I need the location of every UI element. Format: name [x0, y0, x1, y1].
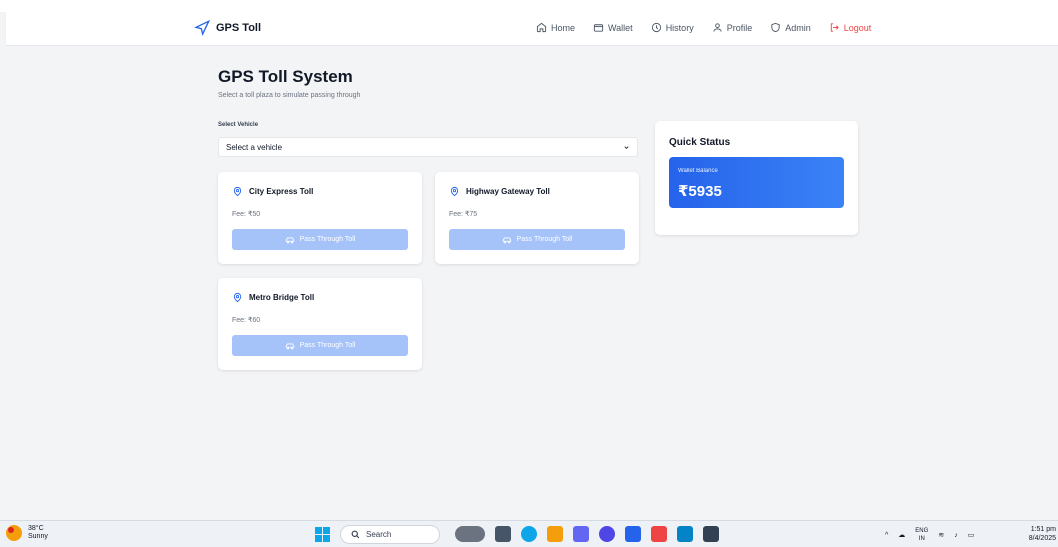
toll-name: Highway Gateway Toll — [449, 186, 550, 197]
toll-fee: Fee: ₹50 — [232, 211, 261, 218]
taskbar-search-label: Search — [366, 530, 392, 539]
widgets-icon[interactable] — [455, 526, 485, 542]
toll-name: Metro Bridge Toll — [232, 292, 314, 303]
terminal-icon[interactable] — [703, 526, 719, 542]
quick-status-title: Quick Status — [669, 137, 731, 148]
toll-name-text: Highway Gateway Toll — [466, 187, 550, 196]
browser-top-strip — [0, 0, 1058, 12]
task-view-icon[interactable] — [495, 526, 511, 542]
toll-card-metro-bridge: Metro Bridge Toll Fee: ₹60 Pass Through … — [218, 278, 422, 370]
page-title: GPS Toll System — [218, 67, 353, 86]
toll-card-city-express: City Express Toll Fee: ₹50 Pass Through … — [218, 172, 422, 264]
store-icon[interactable] — [625, 526, 641, 542]
clock-date: 8/4/2025 — [1028, 535, 1056, 542]
nav-logout-label: Logout — [843, 22, 872, 33]
volume-icon[interactable]: ♪ — [954, 532, 958, 539]
language-bottom: IN — [918, 536, 925, 542]
toll-fee: Fee: ₹75 — [449, 211, 478, 218]
shield-icon — [771, 22, 780, 33]
weather-text: 38°C Sunny — [28, 525, 48, 541]
pass-through-button[interactable]: Pass Through Toll — [449, 229, 625, 250]
brave-browser-icon[interactable] — [651, 526, 667, 542]
quick-status-card: Quick Status Wallet Balance ₹5935 — [655, 121, 858, 235]
system-tray: ^ ☁ ENG IN ≋ ♪ ▭ — [885, 527, 974, 543]
toll-name-text: Metro Bridge Toll — [249, 293, 315, 302]
pass-through-label: Pass Through Toll — [299, 236, 356, 243]
file-explorer-icon[interactable] — [547, 526, 563, 542]
brand-name: GPS Toll — [216, 22, 262, 34]
pass-through-button[interactable]: Pass Through Toll — [232, 229, 408, 250]
map-pin-icon — [450, 186, 459, 197]
history-icon — [651, 22, 661, 33]
toll-name: City Express Toll — [232, 186, 313, 197]
toll-card-highway-gateway: Highway Gateway Toll Fee: ₹75 Pass Throu… — [435, 172, 639, 264]
brand[interactable]: GPS Toll — [194, 20, 261, 36]
car-icon — [285, 343, 294, 349]
navbar: GPS Toll Home Wallet History Profile Adm… — [6, 12, 1058, 46]
vscode-icon[interactable] — [677, 526, 693, 542]
weather-temp: 38°C — [28, 525, 44, 532]
edge-browser-icon[interactable] — [521, 526, 537, 542]
weather-widget[interactable]: 38°C Sunny — [6, 525, 48, 541]
vehicle-label: Select Vehicle — [218, 122, 259, 128]
wifi-icon[interactable]: ≋ — [938, 531, 944, 539]
nav-home-label: Home — [551, 22, 576, 33]
main-content — [6, 46, 1058, 520]
nav-profile[interactable]: Profile — [712, 22, 753, 33]
nav-history-label: History — [665, 22, 694, 33]
logout-icon — [830, 23, 839, 32]
weather-condition: Sunny — [28, 533, 48, 540]
clock[interactable]: 1:51 pm 8/4/2025 — [1022, 525, 1056, 543]
map-pin-icon — [233, 186, 242, 197]
wallet-balance-label: Wallet Balance — [678, 168, 718, 174]
pass-through-label: Pass Through Toll — [516, 236, 573, 243]
language-top: ENG — [915, 528, 929, 534]
pass-through-button[interactable]: Pass Through Toll — [232, 335, 408, 356]
user-icon — [713, 23, 722, 32]
toll-fee: Fee: ₹60 — [232, 317, 261, 324]
toll-name-text: City Express Toll — [249, 187, 314, 196]
copilot-icon[interactable] — [599, 526, 615, 542]
page-subtitle: Select a toll plaza to simulate passing … — [218, 92, 361, 99]
cloud-icon[interactable]: ☁ — [898, 531, 905, 539]
windows-start-icon[interactable] — [315, 527, 330, 542]
taskbar-apps — [455, 526, 719, 542]
wallet-balance-box: Wallet Balance ₹5935 — [669, 157, 844, 208]
nav-wallet[interactable]: Wallet — [593, 22, 633, 33]
language-indicator[interactable]: ENG IN — [915, 527, 928, 543]
home-icon — [536, 22, 547, 33]
car-icon — [502, 237, 511, 243]
nav-admin-label: Admin — [785, 22, 811, 33]
wallet-balance-amount: ₹5935 — [678, 183, 722, 200]
map-pin-icon — [233, 292, 242, 303]
vehicle-select-value: Select a vehicle — [226, 142, 283, 152]
car-icon — [285, 237, 294, 243]
battery-icon[interactable]: ▭ — [968, 531, 975, 539]
nav-home[interactable]: Home — [536, 22, 575, 33]
vehicle-select[interactable]: Select a vehicle — [218, 137, 638, 157]
teams-icon[interactable] — [573, 526, 589, 542]
chevron-down-icon — [624, 145, 629, 149]
wallet-icon — [593, 24, 604, 32]
sun-icon — [6, 525, 22, 541]
nav-profile-label: Profile — [726, 22, 753, 33]
taskbar: 38°C Sunny Search ^ ☁ ENG IN ≋ ♪ ▭ 1:51 … — [0, 520, 1058, 547]
navigation-arrow-icon — [194, 20, 210, 36]
nav-logout[interactable]: Logout — [829, 22, 872, 33]
nav-menu: Home Wallet History Profile Admin Logout — [536, 22, 871, 33]
pass-through-label: Pass Through Toll — [299, 342, 356, 349]
clock-time: 1:51 pm — [1030, 526, 1056, 533]
taskbar-search[interactable]: Search — [340, 525, 440, 544]
chevron-up-icon[interactable]: ^ — [885, 532, 888, 539]
nav-wallet-label: Wallet — [608, 22, 633, 33]
nav-history[interactable]: History — [651, 22, 694, 33]
search-icon — [351, 530, 360, 539]
nav-admin[interactable]: Admin — [770, 22, 811, 33]
